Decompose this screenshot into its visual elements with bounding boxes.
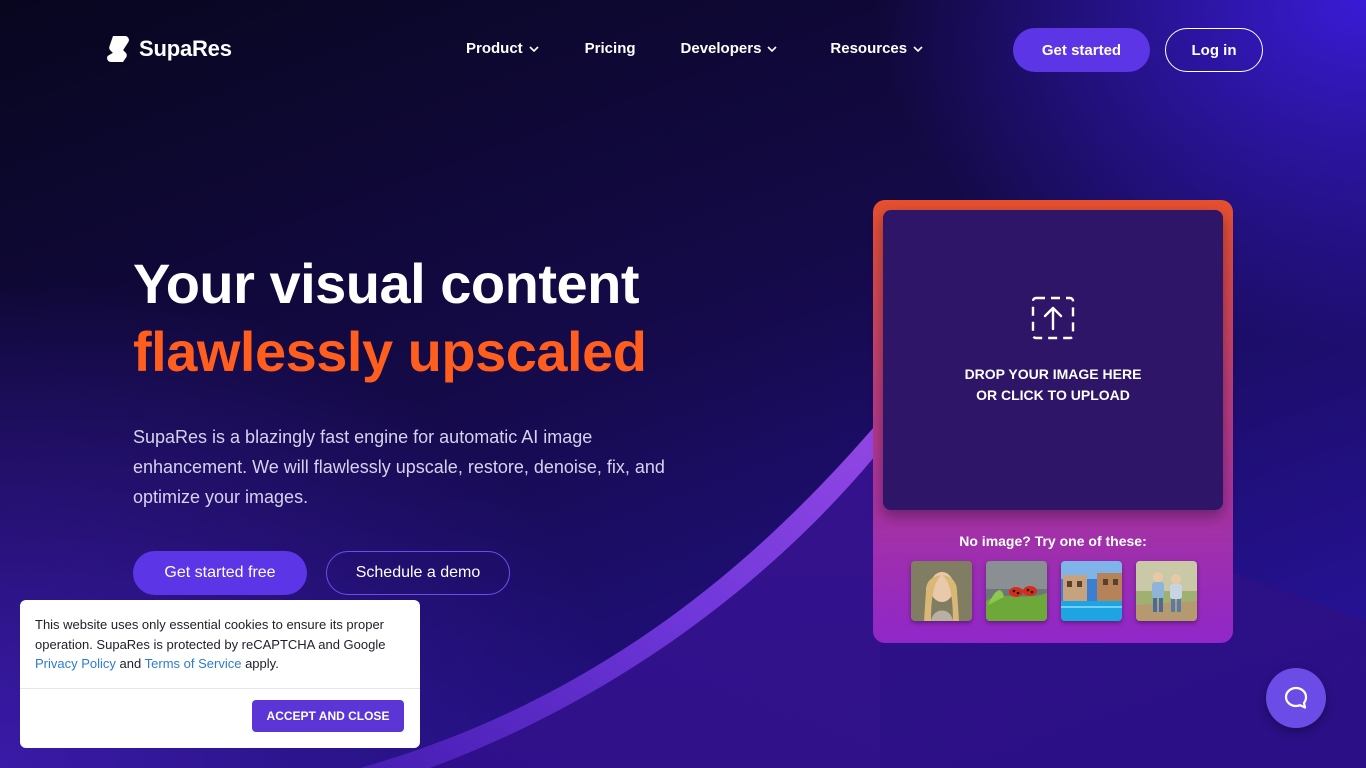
chevron-down-icon	[767, 45, 777, 52]
ladybugs-thumbnail	[986, 561, 1047, 621]
main-nav: Product Pricing Developers Resources	[466, 40, 923, 57]
sample-thumb-portrait[interactable]	[911, 561, 972, 621]
nav-item-resources[interactable]: Resources	[830, 40, 923, 57]
nav-item-label: Pricing	[584, 40, 636, 57]
accept-cookies-button[interactable]: ACCEPT AND CLOSE	[252, 700, 404, 732]
terms-of-service-link[interactable]: Terms of Service	[145, 656, 242, 671]
get-started-free-button[interactable]: Get started free	[133, 551, 307, 595]
portrait-thumbnail	[911, 561, 972, 621]
kids-thumbnail	[1136, 561, 1197, 621]
upload-card: DROP YOUR IMAGE HERE OR CLICK TO UPLOAD …	[873, 200, 1233, 643]
cookie-banner: This website uses only essential cookies…	[20, 600, 420, 748]
nav-item-label: Resources	[830, 40, 908, 57]
login-button[interactable]: Log in	[1165, 28, 1263, 72]
pool-thumbnail	[1061, 561, 1122, 621]
hero-title-line1: Your visual content	[133, 252, 639, 315]
logo-mark-icon	[107, 36, 129, 62]
nav-item-pricing[interactable]: Pricing	[585, 40, 636, 57]
chat-launcher-button[interactable]	[1266, 668, 1326, 728]
sample-thumb-kids[interactable]	[1136, 561, 1197, 621]
privacy-policy-link[interactable]: Privacy Policy	[35, 656, 116, 671]
cookie-text-and: and	[119, 656, 142, 671]
hero-title-line2: flawlessly upscaled	[133, 320, 647, 383]
hero-description: SupaRes is a blazingly fast engine for a…	[133, 427, 665, 507]
upload-dropzone[interactable]: DROP YOUR IMAGE HERE OR CLICK TO UPLOAD	[883, 210, 1223, 510]
cookie-text-apply: apply.	[245, 656, 279, 671]
dropzone-line2: OR CLICK TO UPLOAD	[976, 387, 1130, 403]
brand-name: SupaRes	[139, 36, 232, 61]
nav-item-label: Product	[466, 40, 523, 57]
sample-images-label: No image? Try one of these:	[959, 533, 1147, 549]
sample-thumb-ladybugs[interactable]	[986, 561, 1047, 621]
nav-item-developers[interactable]: Developers	[681, 40, 778, 57]
dropzone-text: DROP YOUR IMAGE HERE OR CLICK TO UPLOAD	[965, 364, 1142, 406]
brand-logo[interactable]: SupaRes	[103, 34, 232, 64]
nav-item-product[interactable]: Product	[466, 40, 539, 57]
get-started-button[interactable]: Get started	[1013, 28, 1150, 72]
dropzone-line1: DROP YOUR IMAGE HERE	[964, 366, 1142, 382]
cookie-divider	[20, 688, 420, 689]
upload-icon	[1031, 296, 1075, 340]
sample-images	[911, 561, 1197, 621]
nav-item-label: Developers	[680, 40, 762, 57]
sample-thumb-pool[interactable]	[1061, 561, 1122, 621]
hero-title: Your visual content flawlessly upscaled	[133, 250, 647, 386]
chat-bubble-icon	[1284, 686, 1308, 709]
chevron-down-icon	[529, 45, 539, 52]
schedule-demo-button[interactable]: Schedule a demo	[326, 551, 510, 595]
cookie-text: This website uses only essential cookies…	[20, 600, 420, 688]
chevron-down-icon	[913, 45, 923, 52]
cookie-text-body: This website uses only essential cookies…	[35, 617, 386, 652]
